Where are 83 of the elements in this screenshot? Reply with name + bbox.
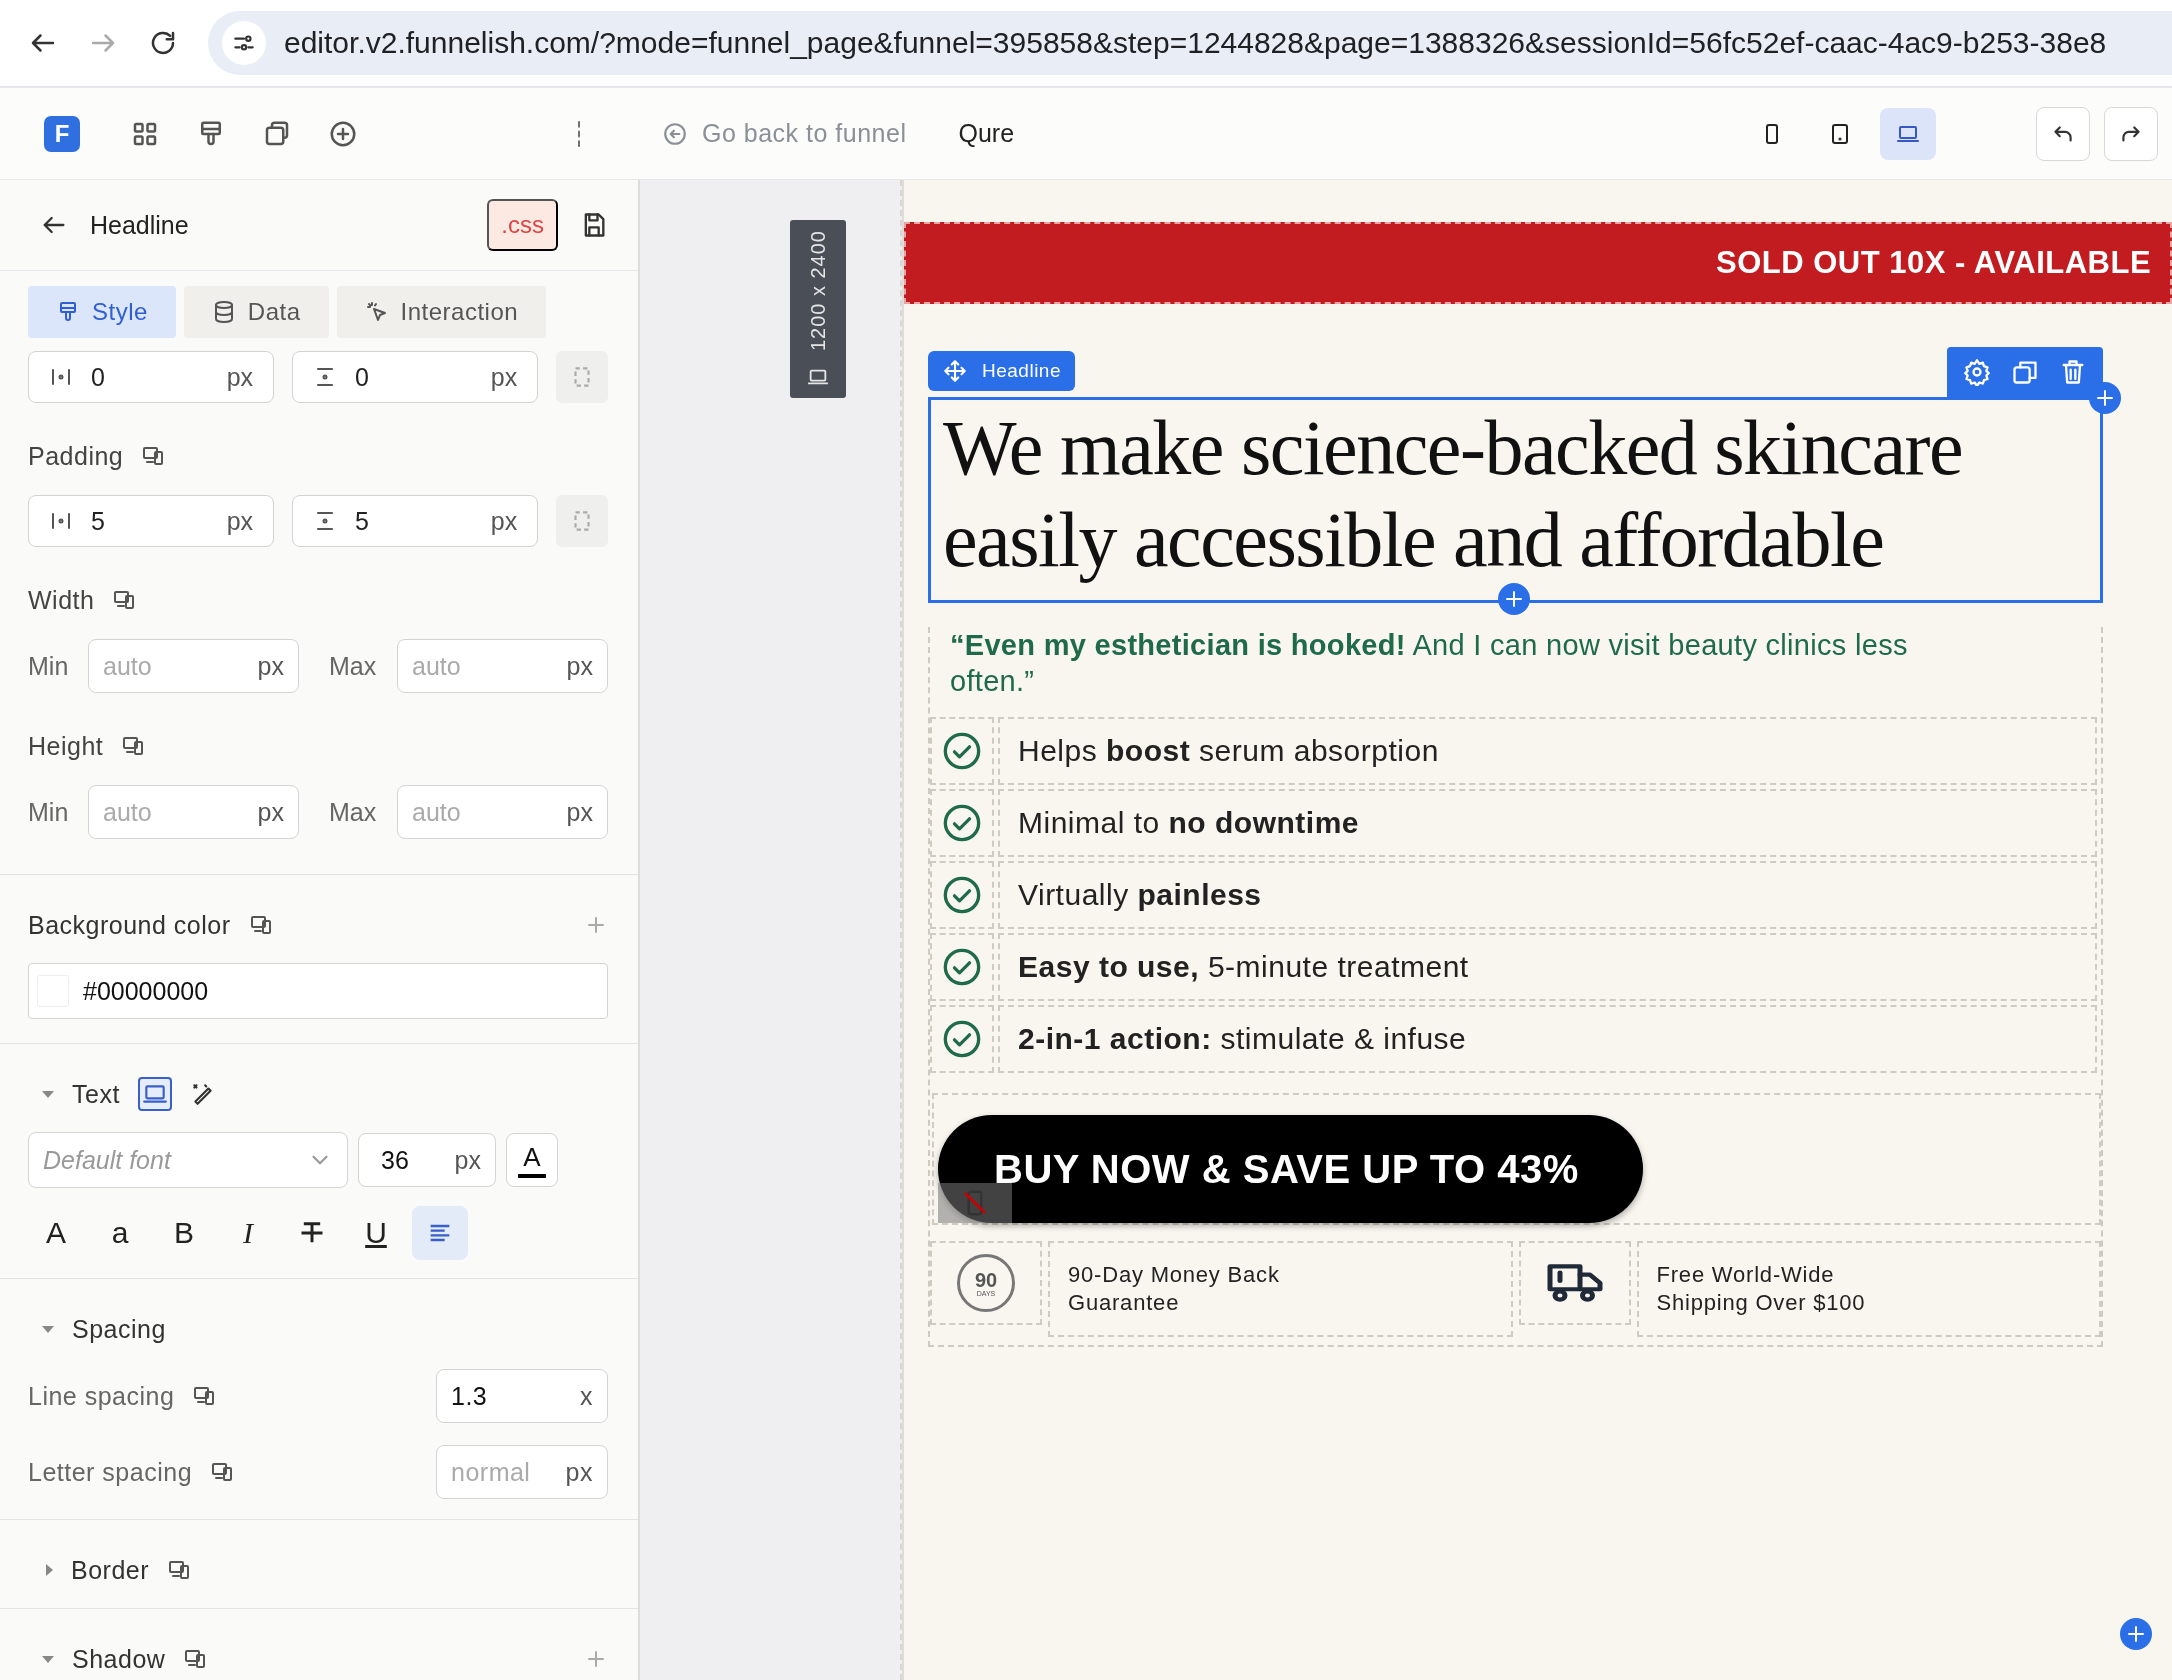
min-height-field[interactable]: auto px — [88, 785, 299, 839]
check-circle-icon — [942, 803, 982, 843]
devices-icon — [210, 1460, 235, 1484]
feature-text: Helps boost serum absorption — [998, 717, 2097, 785]
max-height-field[interactable]: auto px — [397, 785, 608, 839]
horizontal-padding-field[interactable]: 5 px — [28, 495, 275, 547]
field-label: Height — [28, 731, 104, 761]
address-bar[interactable]: editor.v2.funnelish.com/?mode=funnel_page&funnel=395858&step=1244828&page=1388326&sessionId=56fc52ef-caac-4ac9-b253-38e8 — [208, 11, 2172, 75]
line-spacing-field[interactable]: 1.3 x — [436, 1369, 608, 1423]
field-label: Padding — [28, 441, 124, 471]
lowercase-button[interactable]: a — [92, 1206, 148, 1260]
feature-text: 2-in-1 action: stimulate & infuse — [998, 1005, 2097, 1073]
letter-spacing-field[interactable]: normal px — [436, 1445, 608, 1499]
field-label: Background color — [28, 910, 231, 940]
bold-button[interactable]: B — [156, 1206, 212, 1260]
font-size-field[interactable]: 36 px — [358, 1133, 496, 1187]
guarantee-text: 90-Day Money Back Guarantee — [1068, 1261, 1281, 1317]
caret-icon[interactable] — [42, 1655, 54, 1663]
panel-tab[interactable]: Style — [28, 286, 176, 338]
min-label: Min — [28, 651, 70, 681]
field-label: Line spacing — [28, 1381, 175, 1411]
devices-icon — [192, 1384, 217, 1408]
add-element-button[interactable] — [1498, 583, 1530, 615]
section-title: Border — [71, 1555, 150, 1585]
pointer-click-icon — [364, 300, 389, 324]
check-circle-icon — [942, 947, 982, 987]
element-chip[interactable]: Headline — [928, 351, 1075, 391]
add-section-button[interactable] — [2120, 1618, 2152, 1650]
italic-button[interactable]: I — [220, 1206, 276, 1260]
guarantee-text: Free World-Wide Shipping Over $100 — [1656, 1261, 1867, 1317]
desktop-view-button[interactable] — [1880, 107, 1936, 160]
feature-text: Minimal to no downtime — [998, 789, 2097, 857]
max-label: Max — [329, 797, 378, 827]
panel-tab[interactable]: Interaction — [336, 286, 547, 338]
devices-icon — [167, 1558, 192, 1582]
section-title: Text — [72, 1079, 120, 1109]
vertical-margin-field[interactable]: 0 px — [292, 351, 539, 403]
settings-icon — [1963, 358, 1991, 386]
css-button[interactable]: .css — [487, 199, 558, 251]
app-logo[interactable]: F — [44, 115, 80, 152]
panel-title: Headline — [90, 210, 190, 240]
check-circle-icon — [942, 1019, 982, 1059]
field-label: Letter spacing — [28, 1457, 193, 1487]
redo-button[interactable] — [2104, 106, 2158, 161]
devices-icon — [183, 1647, 208, 1671]
section-title: Spacing — [72, 1314, 166, 1344]
hidden-on-mobile-icon — [938, 1183, 1012, 1223]
canvas-size-badge: 1200 x 2400 — [790, 220, 846, 398]
page-name: Qure — [958, 119, 1015, 148]
min-label: Min — [28, 797, 70, 827]
back-circle-icon — [662, 120, 688, 147]
caret-icon[interactable] — [42, 1090, 54, 1098]
caret-icon[interactable] — [46, 1564, 53, 1576]
headline[interactable]: We make science-backed skincare easily accessible and affordable — [928, 397, 2103, 603]
uppercase-button[interactable]: A — [28, 1206, 84, 1260]
max-label: Max — [329, 651, 378, 681]
max-width-field[interactable]: auto px — [397, 639, 608, 693]
testimonial-quote: “Even my esthetician is hooked! And I can now visit beauty clinics less often.” — [950, 628, 1909, 699]
check-circle-icon — [942, 731, 982, 771]
horizontal-margin-field[interactable]: 0 px — [28, 351, 275, 403]
device-toggle[interactable] — [137, 1077, 172, 1111]
undo-button[interactable] — [2036, 106, 2090, 161]
devices-icon — [141, 444, 166, 468]
underline-button[interactable]: U — [348, 1206, 404, 1260]
vertical-padding-field[interactable]: 5 px — [292, 495, 539, 547]
check-circle-icon — [942, 875, 982, 915]
feature-text: Virtually painless — [998, 861, 2097, 929]
devices-icon — [112, 588, 137, 612]
caret-icon[interactable] — [42, 1325, 54, 1333]
background-color-field[interactable]: #00000000 — [28, 963, 608, 1019]
announcement-banner: SOLD OUT 10X - AVAILABLE — [904, 222, 2172, 304]
feature-text: Easy to use, 5-minute treatment — [998, 933, 2097, 1001]
align-left-button[interactable] — [412, 1206, 468, 1260]
move-icon — [942, 358, 968, 384]
field-label: Width — [28, 585, 95, 615]
section-title: Shadow — [72, 1644, 166, 1674]
devices-icon — [248, 913, 273, 937]
panel-tab[interactable]: Data — [183, 286, 329, 338]
text-color-button[interactable]: A — [506, 1133, 558, 1187]
min-width-field[interactable]: auto px — [88, 639, 299, 693]
devices-icon — [121, 734, 146, 758]
buy-now-button[interactable]: BUY NOW & SAVE UP TO 43% — [938, 1115, 1643, 1223]
kebab-icon — [576, 120, 582, 147]
